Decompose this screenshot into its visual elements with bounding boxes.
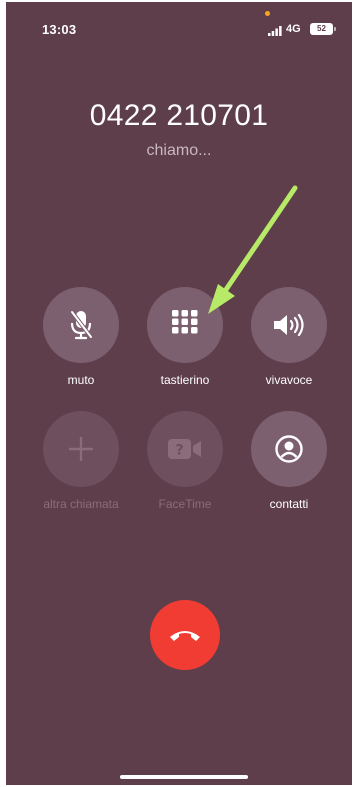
call-status: chiamo... (146, 142, 212, 159)
caller-number: 0422 210701 (89, 99, 269, 132)
add-call-button[interactable]: altra chiamata (31, 411, 131, 511)
signal-icon (268, 26, 282, 36)
speaker-button[interactable]: vivavoce (239, 287, 339, 387)
call-screen: 13:03 4G 52 0422 210701 chiamo... muto t… (6, 2, 352, 785)
speaker-label: vivavoce (265, 373, 313, 387)
mute-circle[interactable] (43, 287, 119, 363)
plus-icon (68, 436, 94, 462)
mute-button[interactable]: muto (31, 287, 131, 387)
battery-icon: 52 (310, 23, 333, 35)
mic-off-icon (67, 309, 95, 341)
network-type: 4G (286, 23, 301, 35)
facetime-icon: ? (167, 437, 203, 461)
facetime-label: FaceTime (158, 497, 212, 511)
keypad-circle[interactable] (147, 287, 223, 363)
contacts-label: contatti (269, 497, 309, 511)
contact-icon (274, 434, 304, 464)
keypad-label: tastierino (160, 373, 210, 387)
facetime-circle[interactable]: ? (147, 411, 223, 487)
speaker-circle[interactable] (251, 287, 327, 363)
mute-label: muto (67, 373, 95, 387)
end-call-button[interactable] (150, 600, 220, 670)
facetime-button[interactable]: ? FaceTime (135, 411, 235, 511)
contacts-button[interactable]: contatti (239, 411, 339, 511)
battery-tip (334, 27, 336, 31)
status-bar: 13:03 4G 52 (6, 2, 352, 54)
home-indicator[interactable] (120, 775, 248, 779)
keypad-button[interactable]: tastierino (135, 287, 235, 387)
add-call-label: altra chiamata (43, 497, 119, 511)
speaker-icon (272, 312, 306, 338)
privacy-indicator-dot (265, 11, 270, 16)
add-call-circle[interactable] (43, 411, 119, 487)
status-time: 13:03 (42, 22, 77, 37)
contacts-circle[interactable] (251, 411, 327, 487)
keypad-icon (170, 310, 200, 340)
end-call-icon (168, 627, 202, 643)
svg-text:?: ? (175, 443, 183, 459)
